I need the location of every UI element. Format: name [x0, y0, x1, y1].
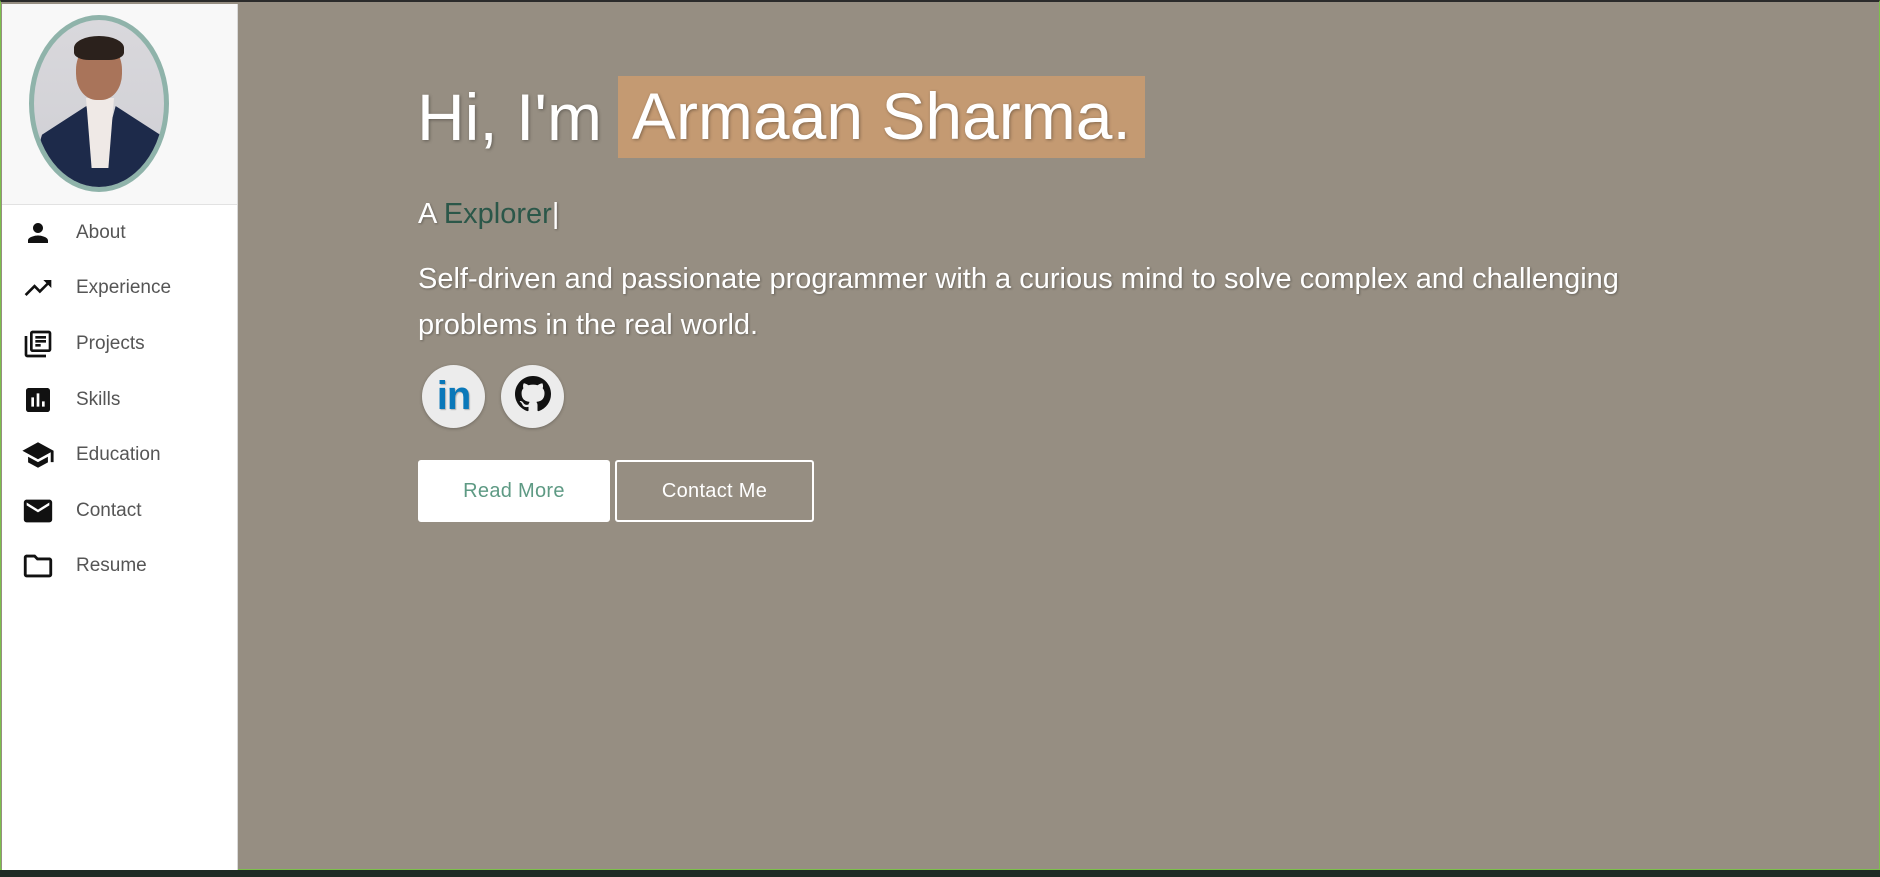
sidebar-item-projects[interactable]: Projects	[2, 316, 237, 372]
trending-up-icon	[21, 271, 55, 305]
sidebar-item-resume[interactable]: Resume	[2, 539, 237, 595]
sidebar-item-experience[interactable]: Experience	[2, 261, 237, 317]
sidebar-item-label: Contact	[76, 499, 142, 521]
sidebar-item-about[interactable]: About	[2, 205, 237, 261]
sidebar-item-label: Education	[76, 444, 161, 466]
sidebar-item-skills[interactable]: Skills	[2, 372, 237, 428]
linkedin-icon: in	[436, 374, 472, 418]
folder-icon	[21, 549, 55, 583]
typed-role-line: A Explorer|	[418, 198, 559, 231]
person-icon	[21, 216, 55, 250]
bar-chart-icon	[21, 383, 55, 417]
mail-icon	[21, 494, 55, 528]
library-books-icon	[21, 327, 55, 361]
avatar	[29, 15, 169, 192]
sidebar-item-education[interactable]: Education	[2, 427, 237, 483]
sidebar-item-label: Skills	[76, 388, 121, 410]
linkedin-link[interactable]: in	[422, 365, 485, 428]
hero-actions: Read More Contact Me	[418, 460, 814, 522]
sidebar-nav: About Experience Projects Skills Educati…	[2, 205, 237, 594]
profile-header	[2, 4, 237, 205]
typed-prefix: A	[418, 198, 436, 230]
sidebar-item-contact[interactable]: Contact	[2, 483, 237, 539]
read-more-button[interactable]: Read More	[418, 460, 610, 522]
sidebar-item-label: Resume	[76, 555, 147, 577]
github-link[interactable]	[501, 365, 564, 428]
contact-me-button[interactable]: Contact Me	[615, 460, 814, 522]
typed-cursor: |	[551, 198, 560, 230]
hero-description: Self-driven and passionate programmer wi…	[418, 263, 1619, 341]
sidebar-item-label: Experience	[76, 277, 172, 299]
sidebar-item-label: Projects	[76, 332, 145, 354]
school-icon	[21, 438, 55, 472]
hero-name: Armaan Sharma.	[617, 76, 1145, 158]
hero-greeting: Hi, I'm	[417, 80, 602, 154]
github-icon	[514, 376, 551, 417]
sidebar: About Experience Projects Skills Educati…	[2, 4, 238, 870]
app-frame: About Experience Projects Skills Educati…	[0, 0, 1880, 870]
bottom-strip	[0, 870, 1880, 877]
social-links: in	[422, 365, 564, 428]
sidebar-item-label: About	[76, 221, 126, 243]
typed-role: Explorer	[443, 198, 552, 230]
hero-section: Hi, I'm Armaan Sharma. A Explorer| Self-…	[239, 4, 1879, 870]
hero-title: Hi, I'm Armaan Sharma.	[417, 76, 1145, 158]
